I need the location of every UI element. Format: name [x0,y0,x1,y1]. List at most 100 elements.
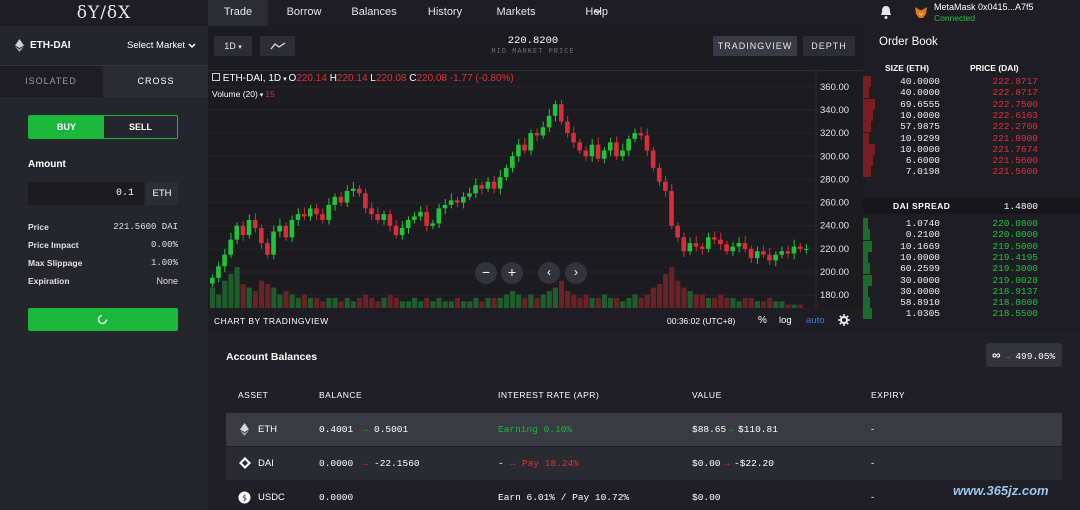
chart-time: 00:36:02 (UTC+8) [667,316,736,326]
bid-row[interactable]: 0.2100 220.0000 [863,229,1080,241]
bell-icon[interactable] [879,5,893,20]
tab-isolated[interactable]: ISOLATED [0,66,102,97]
candle-body [565,121,570,134]
bid-row[interactable]: 10.0000 219.4195 [863,251,1080,263]
balance-arrow: → [360,458,370,469]
ask-row[interactable]: 57.9875 222.2700 [863,121,1080,133]
ask-row[interactable]: 7.0198 221.5600 [863,166,1080,178]
tradingview-tab[interactable]: TRADINGVIEW [713,36,797,56]
candle-body [381,214,387,220]
auto-toggle[interactable]: auto [806,315,825,326]
percent-toggle[interactable]: % [758,315,767,326]
bid-row[interactable]: 60.2599 219.3000 [863,263,1080,275]
wallet-name[interactable]: MetaMask 0x0415...A7f5 [934,2,1034,12]
expiration-value[interactable]: None [80,276,178,286]
metamask-fox-icon [915,7,927,18]
header-rate: INTEREST RATE (APR) [498,390,600,400]
bid-row[interactable]: 30.0000 218.9137 [863,285,1080,297]
balance-row-dai[interactable]: DAI 0.0000 → -22.1560 - → Pay 18.24% $0.… [226,447,1062,480]
candle-body [369,208,374,215]
sell-button[interactable]: SELL [104,116,177,138]
order-price: 219.5000 [992,240,1038,252]
ask-depth-bar [863,76,871,87]
candle-body [252,219,258,229]
order-size: 40.0000 [900,87,940,99]
chart-panel: 1D ▾ 220.8200 MID MARKET PRICE TRADINGVI… [208,26,863,333]
bid-row[interactable]: 58.8910 218.8600 [863,297,1080,309]
balances-title: Account Balances [226,351,318,363]
price-value: 221.5600 DAI [113,222,178,232]
scroll-left-button[interactable]: ‹ [538,262,560,284]
bid-row[interactable]: 1.0740 220.0800 [863,218,1080,229]
bid-row[interactable]: 10.1669 219.5000 [863,240,1080,252]
scroll-right-button[interactable]: › [565,262,587,284]
gear-icon[interactable] [838,314,850,326]
zoom-out-button[interactable]: − [475,262,497,284]
nav-trade[interactable]: Trade [208,0,268,26]
price-chart[interactable]: 360.00 340.00 320.00 300.00 280.00 260.00 240.… [208,71,863,311]
volume-bar [234,267,240,311]
balance-from: 0.0000 [319,458,354,469]
order-size: 60.2599 [900,263,940,275]
volume-bar [258,280,265,311]
balance-row-usdc[interactable]: $ USDC 0.0000 Earn 6.01% / Pay 10.72% $0… [226,481,1062,510]
max-slippage-value[interactable]: 1.00% [80,258,178,268]
ask-depth-bar [863,155,873,167]
bid-depth-bar [863,240,872,252]
buy-button[interactable]: BUY [29,116,104,138]
ask-row[interactable]: 10.9299 221.8900 [863,132,1080,144]
bid-row[interactable]: 30.0000 219.0028 [863,274,1080,286]
candle-body [687,243,693,252]
candle-body [222,254,227,267]
price-label: Price [28,222,49,232]
ask-row[interactable]: 40.0000 222.8717 [863,76,1080,87]
log-toggle[interactable]: log [779,315,792,326]
candle-body [632,133,638,139]
ask-row[interactable]: 6.6000 221.5600 [863,155,1080,167]
nav-history[interactable]: History [415,0,475,26]
order-price: 222.6163 [992,109,1038,121]
candle-body [301,214,307,217]
depth-tab[interactable]: DEPTH [803,36,855,56]
ask-row[interactable]: 40.0000 222.8717 [863,87,1080,99]
bid-depth-bar [863,263,870,275]
spread-row: DAI SPREAD 1.4800 [863,198,1080,214]
volume-bar [240,284,246,311]
ratio-value: 499.05% [1015,351,1056,362]
submit-order-button[interactable] [28,308,178,331]
candle-body [540,127,546,136]
market-selector[interactable]: ETH-DAI Select Market [0,26,208,66]
nav-borrow[interactable]: Borrow [274,0,334,26]
chart-type-button[interactable] [260,36,295,56]
candle-body [356,188,362,194]
candle-body [742,243,748,249]
ask-row[interactable]: 10.0000 221.7674 [863,143,1080,155]
candle-body [650,150,656,168]
order-size: 58.8910 [900,297,940,309]
zoom-in-button[interactable]: + [501,262,523,284]
candle-body [644,135,650,151]
mid-market-price: 220.8200 [507,35,559,47]
order-price: 220.0800 [992,218,1038,229]
bid-row[interactable]: 1.0305 218.5500 [863,308,1080,320]
value-from: $88.65 [692,424,727,435]
candle-body [571,133,576,143]
ask-row[interactable]: 10.0000 222.6163 [863,109,1080,121]
nav-balances[interactable]: Balances [344,0,404,26]
order-size: 0.2100 [905,229,940,241]
ask-row[interactable]: 69.6555 222.7500 [863,98,1080,110]
collateral-ratio[interactable]: ∞ → 499.05% [986,343,1062,367]
bid-depth-bar [863,218,868,229]
candle-body [736,243,742,247]
balances-header-row: ASSET BALANCE INTEREST RATE (APR) VALUE … [226,379,1062,412]
value-from: $0.00 [692,458,721,469]
amount-input[interactable]: 0.1 [28,182,144,205]
tab-cross[interactable]: CROSS [104,66,208,97]
chart-credit[interactable]: CHART BY TRADINGVIEW [214,316,329,326]
nav-markets[interactable]: Markets [486,0,546,26]
interval-select[interactable]: 1D ▾ [214,36,252,56]
brand-logo[interactable]: δY/δX [0,0,208,26]
y-tick-label: 280.00 [820,174,849,185]
candle-body [522,144,527,151]
balance-row-eth[interactable]: ETH 0.4001 → 0.5001 Earning 0.10% $88.65… [226,413,1062,446]
